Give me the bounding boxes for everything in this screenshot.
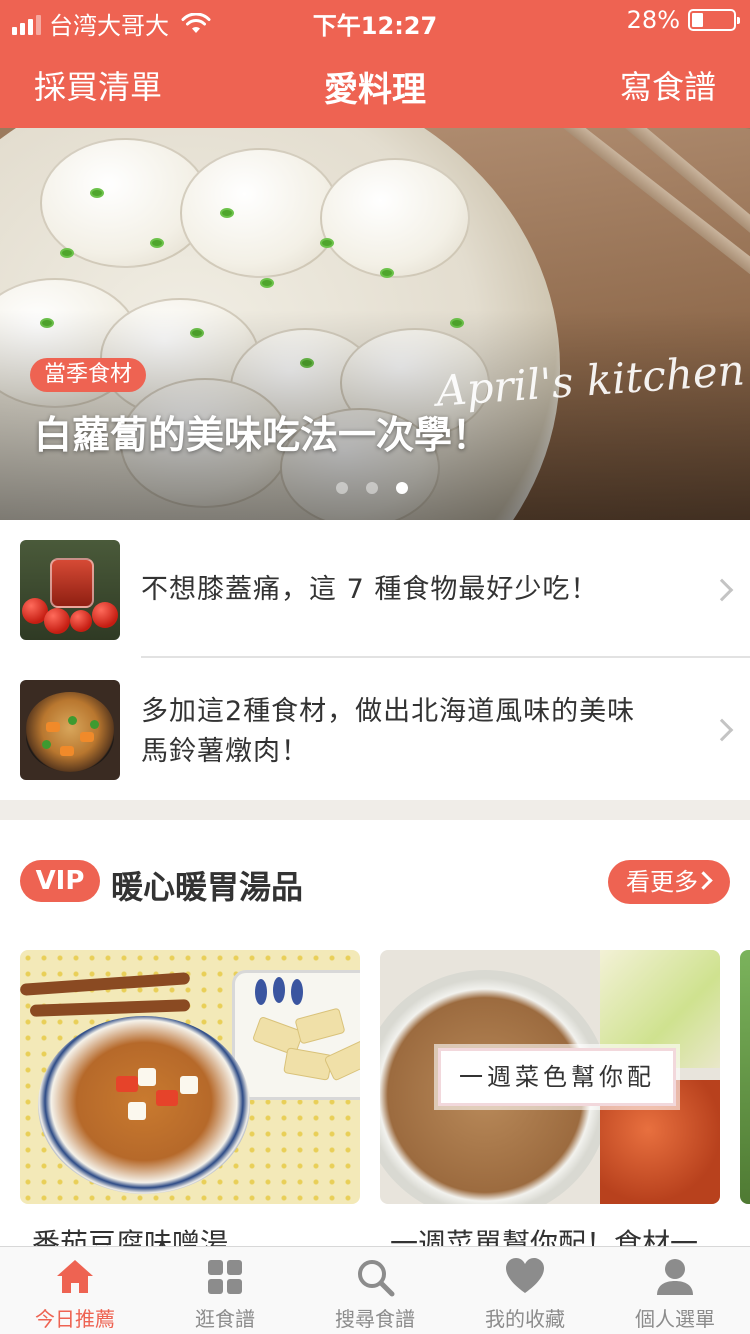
carousel-dot[interactable] bbox=[396, 482, 408, 494]
tab-label: 個人選單 bbox=[635, 1307, 715, 1331]
tab-label: 今日推薦 bbox=[35, 1307, 115, 1331]
write-recipe-button[interactable]: 寫食譜 bbox=[620, 62, 716, 108]
pea-piece bbox=[90, 720, 99, 729]
pea-piece bbox=[42, 740, 51, 749]
tomato-image bbox=[70, 610, 92, 632]
article-title: 不想膝蓋痛，這 7 種食物最好少吃！ bbox=[141, 574, 599, 605]
see-more-label: 看更多 bbox=[626, 868, 698, 896]
tofu-piece bbox=[180, 1076, 198, 1094]
tab-label: 搜尋食譜 bbox=[335, 1307, 415, 1331]
nav-bar: 採買清單 愛料理 寫食譜 bbox=[0, 40, 750, 128]
scallion bbox=[60, 248, 74, 258]
side-plate-image bbox=[232, 970, 360, 1100]
carrot-piece bbox=[80, 732, 94, 742]
plate-leaf-pattern bbox=[291, 979, 303, 1005]
heart-icon bbox=[506, 1258, 544, 1293]
scallion bbox=[380, 268, 394, 278]
tab-search[interactable]: 搜尋食譜 bbox=[300, 1247, 450, 1334]
recipe-card[interactable]: 一週菜色幫你配 bbox=[380, 950, 720, 1204]
article-title-line1: 多加這2種食材，做出北海道風味的美味 bbox=[141, 696, 636, 727]
carousel-dot[interactable] bbox=[336, 482, 348, 494]
carrot-piece bbox=[60, 746, 74, 756]
recipe-card[interactable] bbox=[20, 950, 360, 1204]
radish-slice bbox=[320, 158, 470, 278]
bamboo-shoot-piece bbox=[283, 1047, 333, 1081]
section-title: 暖心暖胃湯品 bbox=[111, 868, 304, 906]
tab-today[interactable]: 今日推薦 bbox=[0, 1247, 150, 1334]
card-overlay-label: 一週菜色幫你配 bbox=[438, 1048, 676, 1106]
see-more-button[interactable]: 看更多 bbox=[608, 860, 730, 904]
tomato-piece bbox=[156, 1090, 178, 1106]
hero-title: 白蘿蔔的美味吃法一次學！ bbox=[34, 413, 491, 457]
tab-favorites[interactable]: 我的收藏 bbox=[450, 1247, 600, 1334]
plate-leaf-pattern bbox=[273, 977, 285, 1003]
tab-browse[interactable]: 逛食譜 bbox=[150, 1247, 300, 1334]
jar-image bbox=[50, 558, 94, 608]
article-row[interactable]: 多加這2種食材，做出北海道風味的美味 馬鈴薯燉肉！ bbox=[0, 658, 750, 800]
tomato-piece bbox=[116, 1076, 138, 1092]
tofu-piece bbox=[128, 1102, 146, 1120]
carousel-dot[interactable] bbox=[366, 482, 378, 494]
hero-banner[interactable]: April's kitchen 當季食材 白蘿蔔的美味吃法一次學！ bbox=[0, 128, 750, 520]
tomato-image bbox=[44, 608, 70, 634]
radish-slice bbox=[180, 148, 340, 278]
search-icon bbox=[358, 1260, 395, 1297]
tab-label: 我的收藏 bbox=[485, 1307, 565, 1331]
carousel-dots[interactable] bbox=[336, 482, 408, 494]
stew-pot-image bbox=[26, 692, 114, 772]
scallion bbox=[150, 238, 164, 248]
status-bar: 台湾大哥大 下午12:27 28% bbox=[0, 0, 750, 40]
person-icon bbox=[657, 1259, 693, 1295]
grid-icon bbox=[208, 1260, 242, 1294]
article-thumbnail bbox=[20, 680, 120, 780]
recipe-card-peek[interactable] bbox=[740, 950, 750, 1204]
tofu-piece bbox=[138, 1068, 156, 1086]
vip-badge: VIP bbox=[20, 860, 100, 902]
article-title-line2: 馬鈴薯燉肉！ bbox=[141, 736, 309, 767]
app-screen: 台湾大哥大 下午12:27 28% 採買清單 愛料理 寫食譜 April's k… bbox=[0, 0, 750, 1334]
scallion bbox=[90, 188, 104, 198]
article-row[interactable]: 不想膝蓋痛，這 7 種食物最好少吃！ bbox=[0, 520, 750, 656]
battery-percent: 28% bbox=[626, 6, 680, 34]
section-separator bbox=[0, 800, 750, 820]
status-right: 28% bbox=[626, 6, 740, 34]
chevron-right-icon bbox=[710, 578, 734, 602]
carrot-piece bbox=[46, 722, 60, 732]
scallion bbox=[320, 238, 334, 248]
pea-piece bbox=[68, 716, 77, 725]
tab-profile[interactable]: 個人選單 bbox=[600, 1247, 750, 1334]
bamboo-shoot-piece bbox=[294, 1007, 346, 1045]
article-thumbnail bbox=[20, 540, 120, 640]
tab-bar: 今日推薦 逛食譜 搜尋食譜 我的收藏 個人選單 bbox=[0, 1246, 750, 1334]
seasonal-badge: 當季食材 bbox=[30, 358, 147, 392]
plate-leaf-pattern bbox=[255, 979, 267, 1005]
chevron-right-icon bbox=[710, 718, 734, 742]
battery-icon bbox=[688, 9, 740, 31]
tomato-image bbox=[92, 602, 118, 628]
home-icon bbox=[57, 1260, 93, 1293]
tab-label: 逛食譜 bbox=[195, 1307, 255, 1331]
scallion bbox=[220, 208, 234, 218]
scallion bbox=[260, 278, 274, 288]
